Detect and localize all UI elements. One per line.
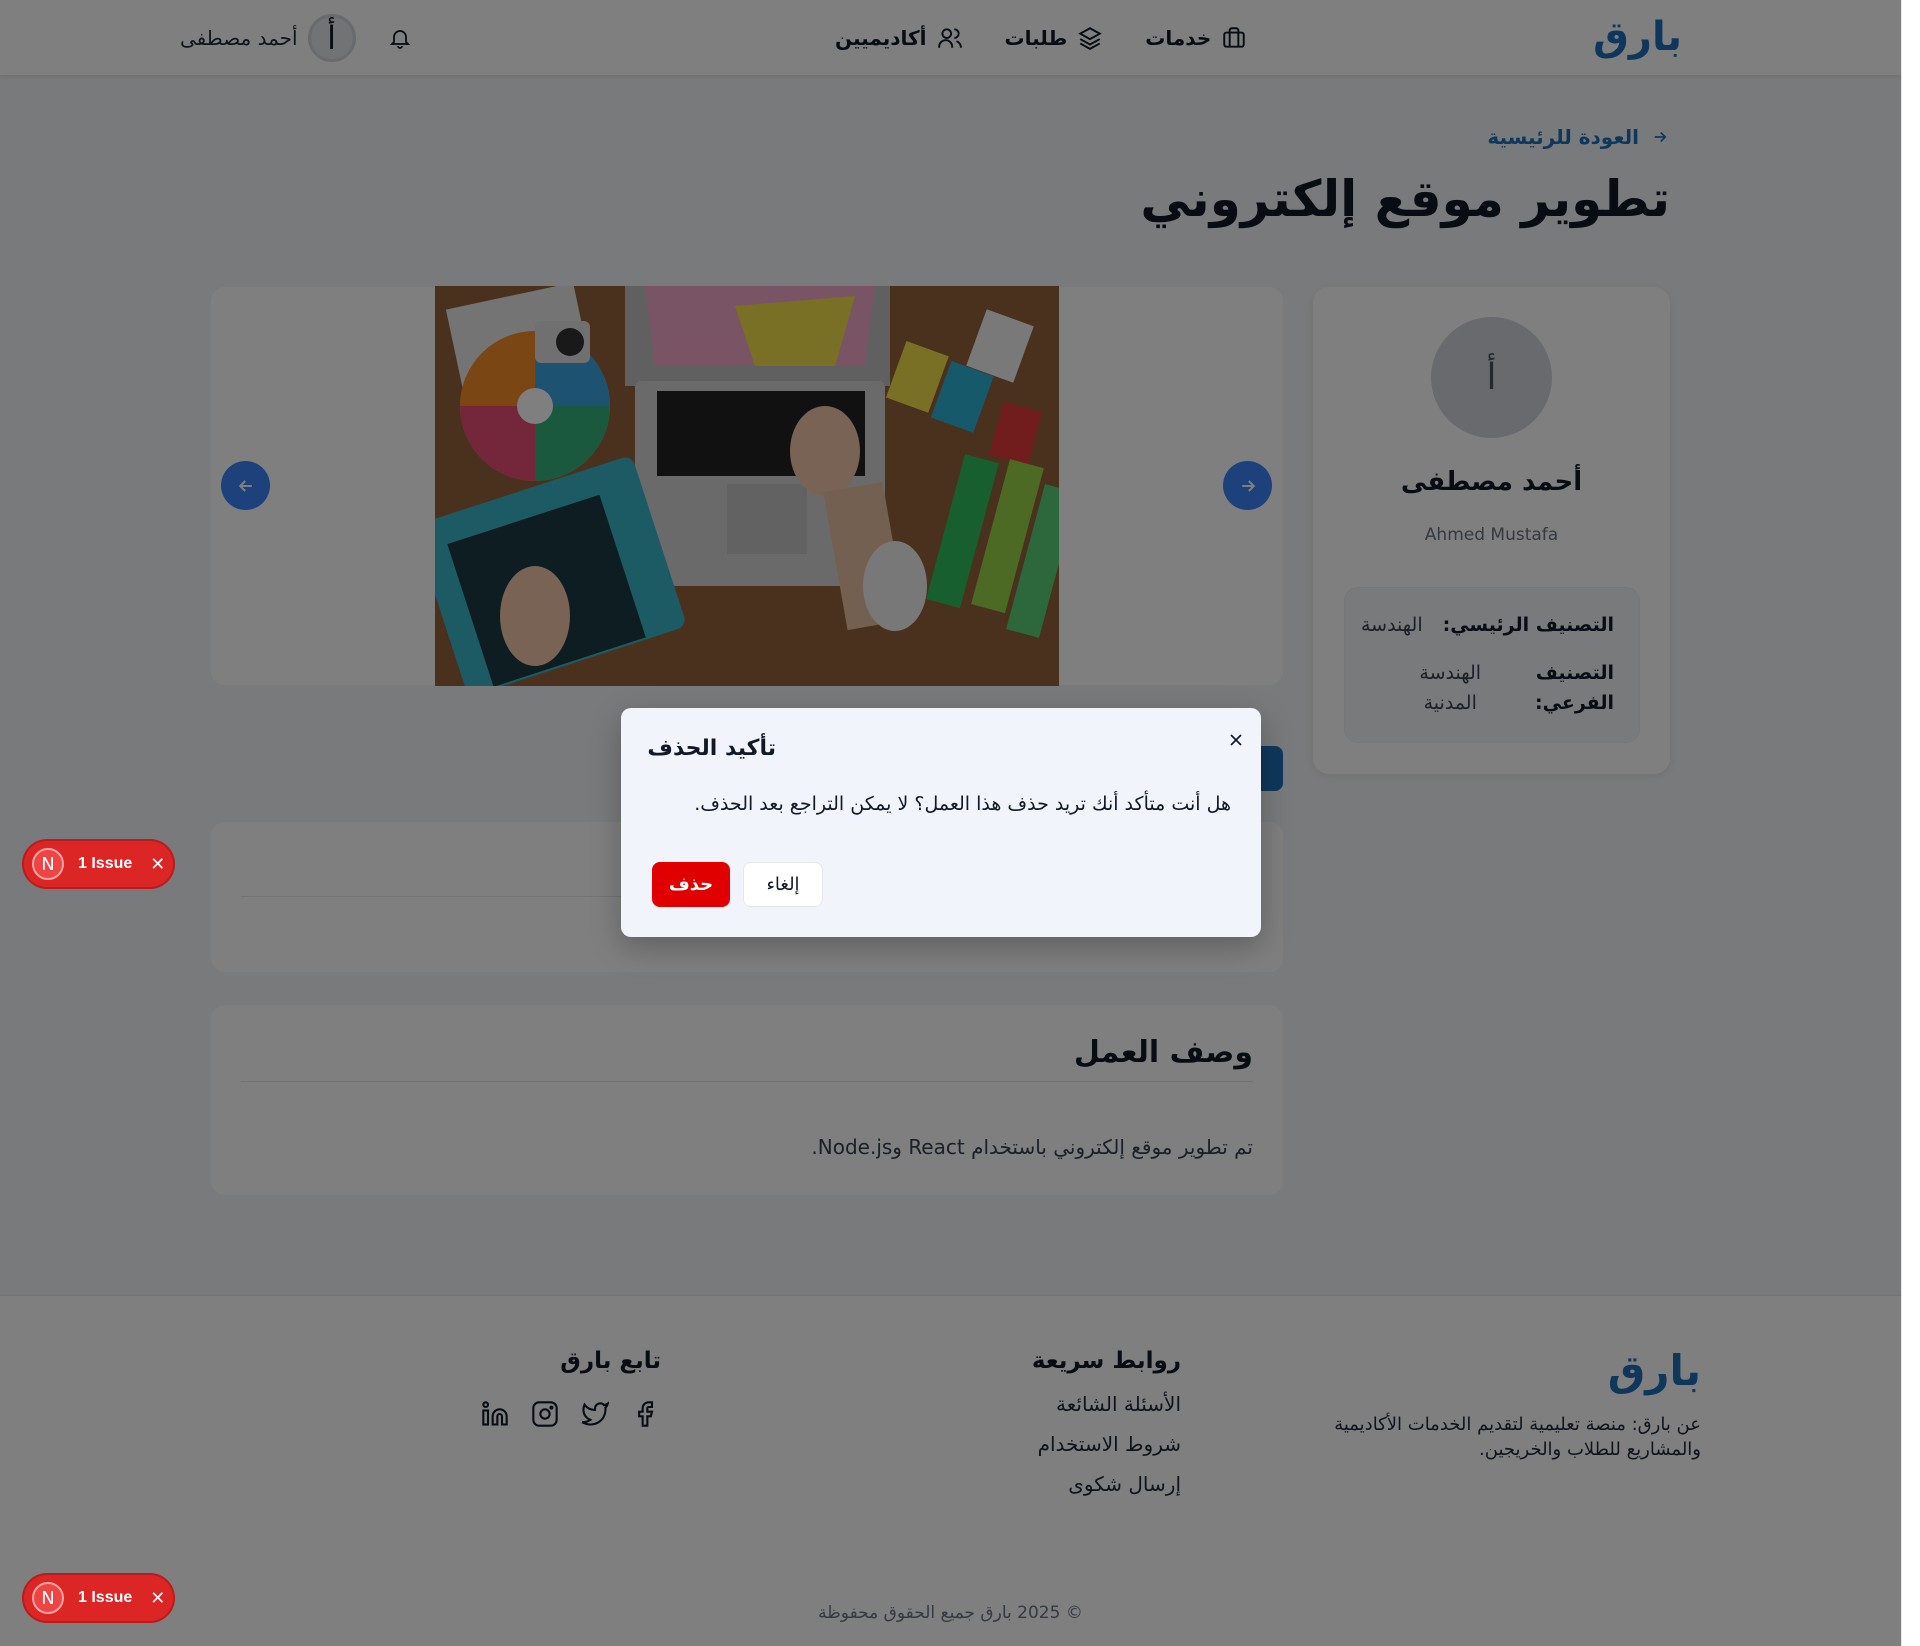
page: بارق خدمات طلبات أكاديميين أحمد مصطفى أ … [0,0,1901,1646]
issue-count: 1 Issue [78,1589,133,1606]
scrollbar[interactable] [1901,0,1920,1646]
delete-confirm-dialog: تأكيد الحذف هل أنت متأكد أنك تريد حذف هذ… [621,708,1261,937]
close-icon[interactable]: ✕ [150,854,165,875]
issue-count: 1 Issue [78,855,133,872]
nextjs-logo-icon: N [32,848,64,880]
dev-issue-badge[interactable]: N 1 Issue ✕ [24,841,173,887]
close-icon[interactable] [1226,730,1246,750]
dialog-title: تأكيد الحذف [647,736,776,761]
nextjs-logo-icon: N [32,1582,64,1614]
cancel-button[interactable]: إلغاء [743,862,823,907]
dialog-message: هل أنت متأكد أنك تريد حذف هذا العمل؟ لا … [694,793,1231,815]
delete-button[interactable]: حذف [652,862,730,907]
dev-issue-badge[interactable]: N 1 Issue ✕ [24,1575,173,1621]
close-icon[interactable]: ✕ [150,1588,165,1609]
